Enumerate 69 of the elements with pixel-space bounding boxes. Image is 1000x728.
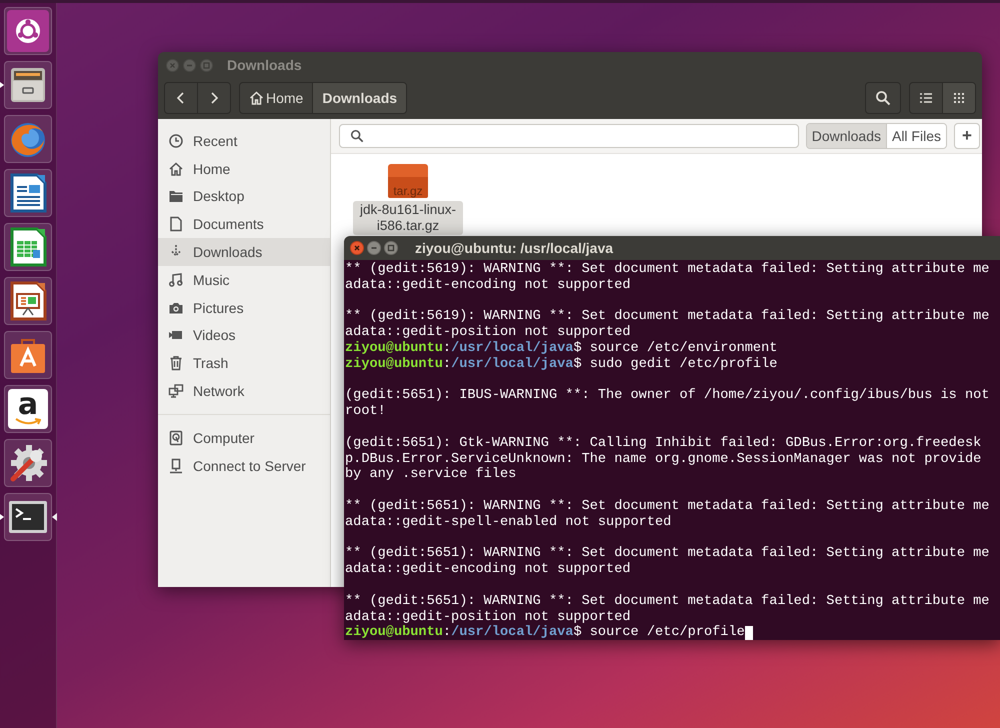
- sidebar-item[interactable]: Pictures: [158, 294, 330, 322]
- terminal-icon[interactable]: [4, 493, 52, 541]
- terminal-line: (gedit:5651): Gtk-WARNING **: Calling Inhibit failed: GDBus.Error:org.freedesk: [345, 436, 982, 452]
- prompt-line: ziyou@ubuntu:/usr/local/java$ source /etc/environment: [345, 340, 778, 357]
- sidebar-item[interactable]: Desktop: [158, 182, 330, 210]
- scope-button[interactable]: All Files: [886, 124, 946, 148]
- close-button[interactable]: [350, 241, 364, 255]
- launcher-button[interactable]: a: [4, 385, 52, 433]
- network-icon: [168, 383, 184, 400]
- presentation-icon[interactable]: [4, 277, 52, 325]
- hard-drive-icon: [168, 430, 184, 446]
- sidebar-item[interactable]: Home: [158, 154, 330, 183]
- circle-logo-icon[interactable]: [4, 7, 52, 55]
- search-field[interactable]: [339, 124, 799, 148]
- sidebar-item[interactable]: Documents: [158, 210, 330, 238]
- terminal-line: (gedit:5651): IBUS-WARNING **: The owner of /home/ziyou/.config/ibus/bus is not: [345, 388, 990, 404]
- folder-icon: [168, 188, 184, 204]
- terminal-line: ** (gedit:5651): WARNING **: Set document metadata failed: Setting attribute me: [345, 594, 990, 610]
- file-cabinet-icon[interactable]: [4, 61, 52, 109]
- sidebar-item[interactable]: Connect to Server: [158, 452, 330, 480]
- sidebar-item[interactable]: Computer: [158, 424, 330, 452]
- sidebar-item[interactable]: Downloads: [158, 238, 330, 266]
- terminal-line: adata::gedit-position not supported: [345, 610, 631, 625]
- grid-view-button[interactable]: [943, 83, 975, 113]
- terminal-line: adata::gedit-encoding not supported: [345, 278, 631, 294]
- clock-icon: [168, 132, 184, 149]
- scope-button[interactable]: Downloads: [806, 124, 887, 148]
- prompt-line: ziyou@ubuntu:/usr/local/java$ source /etc/profile: [345, 625, 745, 640]
- add-button[interactable]: +: [954, 123, 980, 149]
- sidebar-item[interactable]: Trash: [158, 349, 330, 378]
- window-title: ziyou@ubuntu: /usr/local/java: [415, 240, 614, 256]
- curved-arrow-icon: [15, 418, 41, 426]
- search-icon: [875, 90, 891, 106]
- sidebar-item[interactable]: Videos: [158, 322, 330, 350]
- terminal-line: ** (gedit:5619): WARNING **: Set document metadata failed: Setting attribute me: [345, 262, 990, 278]
- globe-icon[interactable]: [4, 115, 52, 163]
- terminal-line: ** (gedit:5619): WARNING **: Set document metadata failed: Setting attribute me: [345, 309, 990, 325]
- terminal-line: p.DBus.Error.ServiceUnknown: The name org.gnome.SessionManager was not provide: [345, 452, 982, 467]
- terminal-line: ** (gedit:5651): WARNING **: Set document metadata failed: Setting attribute me: [345, 498, 990, 515]
- prompt-line: ziyou@ubuntu:/usr/local/java$ sudo gedit /etc/profile: [345, 356, 778, 373]
- sidebar-item[interactable]: Network: [158, 377, 330, 405]
- sidebar-item[interactable]: Recent: [158, 127, 330, 155]
- gear-wrench-icon[interactable]: [4, 439, 52, 487]
- spreadsheet-icon[interactable]: [4, 223, 52, 271]
- trash-icon: [168, 355, 184, 372]
- grid-icon: [952, 91, 966, 105]
- maximize-button[interactable]: [384, 241, 398, 255]
- server-icon: [168, 458, 184, 474]
- home-icon: [249, 91, 264, 105]
- terminal-line: adata::gedit-encoding not supported: [345, 562, 631, 578]
- maximize-icon: [385, 242, 397, 254]
- search-icon: [350, 129, 364, 143]
- list-icon: [919, 91, 933, 105]
- terminal-line: ** (gedit:5651): WARNING **: Set document metadata failed: Setting attribute me: [345, 546, 990, 562]
- home-icon: [168, 160, 184, 177]
- music-icon: [168, 272, 184, 288]
- document-icon[interactable]: [4, 169, 52, 217]
- terminal-line: adata::gedit-position not supported: [345, 325, 631, 341]
- sidebar-item[interactable]: Music: [158, 266, 330, 294]
- minimize-button[interactable]: [367, 241, 381, 255]
- terminal-line: by any .service files: [345, 467, 516, 484]
- shopping-bag-icon[interactable]: [4, 331, 52, 379]
- window-title: Downloads: [227, 57, 302, 73]
- terminal-line: adata::gedit-spell-enabled not supported: [345, 514, 672, 531]
- maximize-icon: [201, 60, 212, 70]
- file-name[interactable]: jdk-8u161-linux-i586.tar.gz: [353, 201, 463, 235]
- terminal-line: root!: [345, 404, 386, 420]
- document-icon: [168, 216, 184, 232]
- path-button[interactable]: Downloads: [313, 83, 406, 113]
